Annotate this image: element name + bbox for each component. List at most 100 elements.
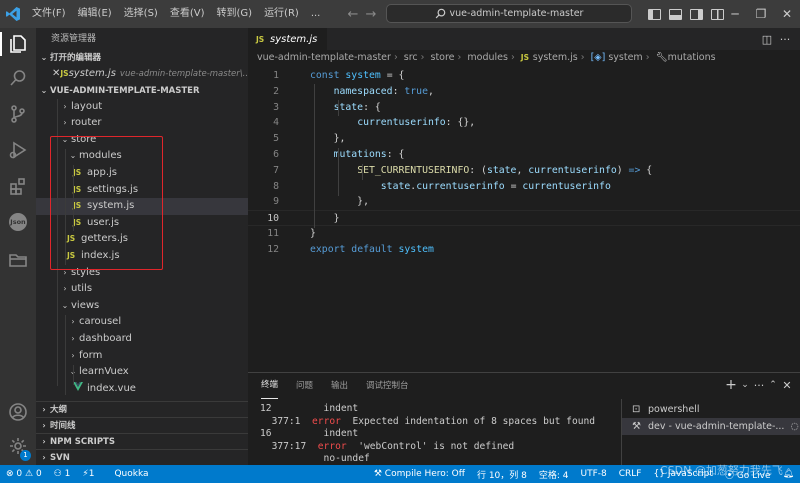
chevron-right-icon: › bbox=[42, 420, 46, 430]
json-icon[interactable]: Json bbox=[0, 206, 36, 238]
explorer-sidebar: 资源管理器 ⌄ 打开的编辑器 ✕ JS system.js vue-admin-… bbox=[36, 28, 248, 465]
maximize-icon[interactable]: ❐ bbox=[748, 7, 774, 21]
chevron-right-icon: › bbox=[42, 452, 46, 462]
more-actions-icon[interactable]: ··· bbox=[752, 379, 766, 392]
sidebar-bottom-sections: › 大纲 › 时间线 › NPM SCRIPTS › SVN bbox=[36, 401, 248, 465]
tab-debug-console[interactable]: 调试控制台 bbox=[366, 373, 409, 399]
tree-item-layout[interactable]: › layout bbox=[36, 99, 248, 116]
extensions-icon[interactable] bbox=[0, 170, 36, 202]
indentation[interactable]: 空格: 4 bbox=[533, 468, 575, 481]
tree-item-styles[interactable]: › styles bbox=[36, 265, 248, 282]
breadcrumb-item[interactable]: modules bbox=[467, 52, 508, 63]
tree-item-carousel[interactable]: › carousel bbox=[36, 314, 248, 331]
forward-arrow-icon[interactable]: → bbox=[361, 7, 381, 22]
menu-run[interactable]: 运行(R) bbox=[258, 0, 305, 28]
terminal-output[interactable]: 12 indent 377:1 error Expected indentati… bbox=[260, 403, 620, 466]
new-terminal-icon[interactable]: + bbox=[724, 377, 738, 393]
tree-item-store[interactable]: ⌄ store bbox=[36, 132, 248, 149]
folder-icon[interactable] bbox=[0, 244, 36, 276]
account-icon[interactable] bbox=[0, 396, 36, 428]
back-arrow-icon[interactable]: ← bbox=[343, 7, 363, 22]
tree-item-system-js[interactable]: JS system.js bbox=[36, 198, 248, 215]
run-debug-icon[interactable] bbox=[0, 134, 36, 166]
breadcrumb-item[interactable]: src bbox=[404, 52, 418, 63]
tree-item-settings-js[interactable]: JS settings.js bbox=[36, 182, 248, 199]
split-editor-icon[interactable]: ◫ bbox=[758, 33, 776, 46]
svn-section[interactable]: › SVN bbox=[36, 449, 248, 465]
menu-go[interactable]: 转到(G) bbox=[211, 0, 259, 28]
project-section[interactable]: ⌄ VUE-ADMIN-TEMPLATE-MASTER bbox=[36, 83, 248, 99]
search-icon[interactable] bbox=[0, 62, 36, 94]
open-editor-item[interactable]: ✕ JS system.js vue-admin-template-master… bbox=[36, 66, 248, 83]
tree-item-getters-js[interactable]: JS getters.js bbox=[36, 231, 248, 248]
sidebar-title: 资源管理器 bbox=[51, 34, 97, 44]
chevron-down-icon: ⌄ bbox=[61, 300, 69, 310]
menu-view[interactable]: 查看(V) bbox=[164, 0, 211, 28]
chevron-right-icon: › bbox=[63, 267, 67, 277]
menu-more[interactable]: ... bbox=[305, 0, 327, 28]
tree-item-utils[interactable]: › utils bbox=[36, 281, 248, 298]
code-line: 9 }, bbox=[273, 196, 369, 208]
json-label: Json bbox=[10, 218, 26, 226]
chevron-down-icon[interactable]: ⌄ bbox=[738, 380, 752, 390]
tree-item-modules[interactable]: ⌄ modules bbox=[36, 148, 248, 165]
open-editors-label: 打开的编辑器 bbox=[50, 53, 102, 63]
npm-scripts-section[interactable]: › NPM SCRIPTS bbox=[36, 433, 248, 449]
toggle-panel-icon[interactable] bbox=[669, 8, 682, 20]
vscode-window: 文件(F) 编辑(E) 选择(S) 查看(V) 转到(G) 运行(R) ... … bbox=[0, 0, 800, 483]
timeline-section[interactable]: › 时间线 bbox=[36, 417, 248, 433]
minimize-icon[interactable]: ─ bbox=[722, 7, 748, 21]
tree-item-form[interactable]: › form bbox=[36, 348, 248, 365]
breadcrumb-item[interactable]: system bbox=[608, 52, 642, 63]
code-line: 7 SET_CURRENTUSERINFO: (state, currentus… bbox=[273, 164, 653, 176]
tab-output[interactable]: 输出 bbox=[331, 373, 348, 399]
menu-edit[interactable]: 编辑(E) bbox=[72, 0, 118, 28]
outline-section[interactable]: › 大纲 bbox=[36, 401, 248, 417]
chevron-down-icon: ⌄ bbox=[69, 151, 77, 161]
breadcrumb-item[interactable]: vue-admin-template-master bbox=[257, 52, 391, 63]
source-control-icon[interactable] bbox=[0, 98, 36, 130]
tree-item-index-js[interactable]: JS index.js bbox=[36, 248, 248, 265]
breadcrumb-item[interactable]: store bbox=[431, 52, 455, 63]
tree-item-app-js[interactable]: JS app.js bbox=[36, 165, 248, 182]
maximize-panel-icon[interactable]: ⌃ bbox=[766, 380, 780, 390]
menu-bar: 文件(F) 编辑(E) 选择(S) 查看(V) 转到(G) 运行(R) ... bbox=[26, 0, 326, 28]
tree-item-views[interactable]: ⌄ views bbox=[36, 298, 248, 315]
quokka-status[interactable]: Quokka bbox=[108, 469, 154, 479]
problems-status[interactable]: ⊗ 0 ⚠ 0 bbox=[0, 469, 48, 479]
tree-item-user-js[interactable]: JS user.js bbox=[36, 215, 248, 232]
settings-icon[interactable]: 1 bbox=[0, 430, 36, 462]
explorer-icon[interactable] bbox=[0, 28, 36, 60]
file-tree: › layout › router ⌄ store ⌄ modules JS app.js… bbox=[36, 98, 248, 398]
vscode-logo-icon bbox=[0, 0, 26, 28]
breadcrumb-item[interactable]: system.js bbox=[533, 52, 578, 63]
cursor-position[interactable]: 行 10，列 8 bbox=[471, 468, 533, 481]
menu-selection[interactable]: 选择(S) bbox=[118, 0, 164, 28]
menu-file[interactable]: 文件(F) bbox=[26, 0, 72, 28]
more-actions-icon[interactable]: ··· bbox=[776, 33, 794, 46]
close-panel-icon[interactable]: ✕ bbox=[780, 379, 794, 392]
encoding[interactable]: UTF-8 bbox=[575, 469, 613, 479]
toggle-primary-sidebar-icon[interactable] bbox=[648, 8, 661, 20]
terminal-item-dev[interactable]: ⚒ dev - vue-admin-template-... ◌ bbox=[622, 418, 800, 435]
terminal-item-powershell[interactable]: ⊡ powershell bbox=[622, 401, 800, 418]
code-view[interactable]: 1 const system = { 2 namespaced: true, 3 … bbox=[248, 68, 800, 258]
tab-system-js[interactable]: JS system.js bbox=[248, 28, 328, 50]
open-editors-section[interactable]: ⌄ 打开的编辑器 bbox=[36, 50, 248, 66]
tab-terminal[interactable]: 终端 bbox=[261, 373, 279, 399]
tab-problems[interactable]: 问题 bbox=[296, 373, 313, 399]
close-icon[interactable]: ✕ bbox=[774, 7, 800, 21]
tree-item-index-vue[interactable]: index.vue bbox=[36, 381, 248, 398]
sync-status[interactable]: ⚡︎1 bbox=[76, 469, 100, 479]
cursor-status[interactable]: ⚇ 1 bbox=[48, 469, 77, 479]
tree-item-router[interactable]: › router bbox=[36, 115, 248, 132]
terminal-line: 377:1 error Expected indentation of 8 sp… bbox=[271, 415, 596, 427]
breadcrumb-item[interactable]: mutations bbox=[668, 52, 716, 63]
compile-hero-status[interactable]: ⚒ Compile Hero: Off bbox=[368, 469, 471, 479]
command-center-search[interactable]: vue-admin-template-master bbox=[386, 4, 632, 23]
panel-tabs: 终端 问题 输出 调试控制台 bbox=[248, 373, 800, 399]
tree-item-learnvuex[interactable]: ⌄learnVuex bbox=[36, 364, 248, 381]
toggle-secondary-sidebar-icon[interactable] bbox=[690, 8, 703, 20]
tree-item-dashboard[interactable]: › dashboard bbox=[36, 331, 248, 348]
end-of-line[interactable]: CRLF bbox=[613, 469, 648, 479]
